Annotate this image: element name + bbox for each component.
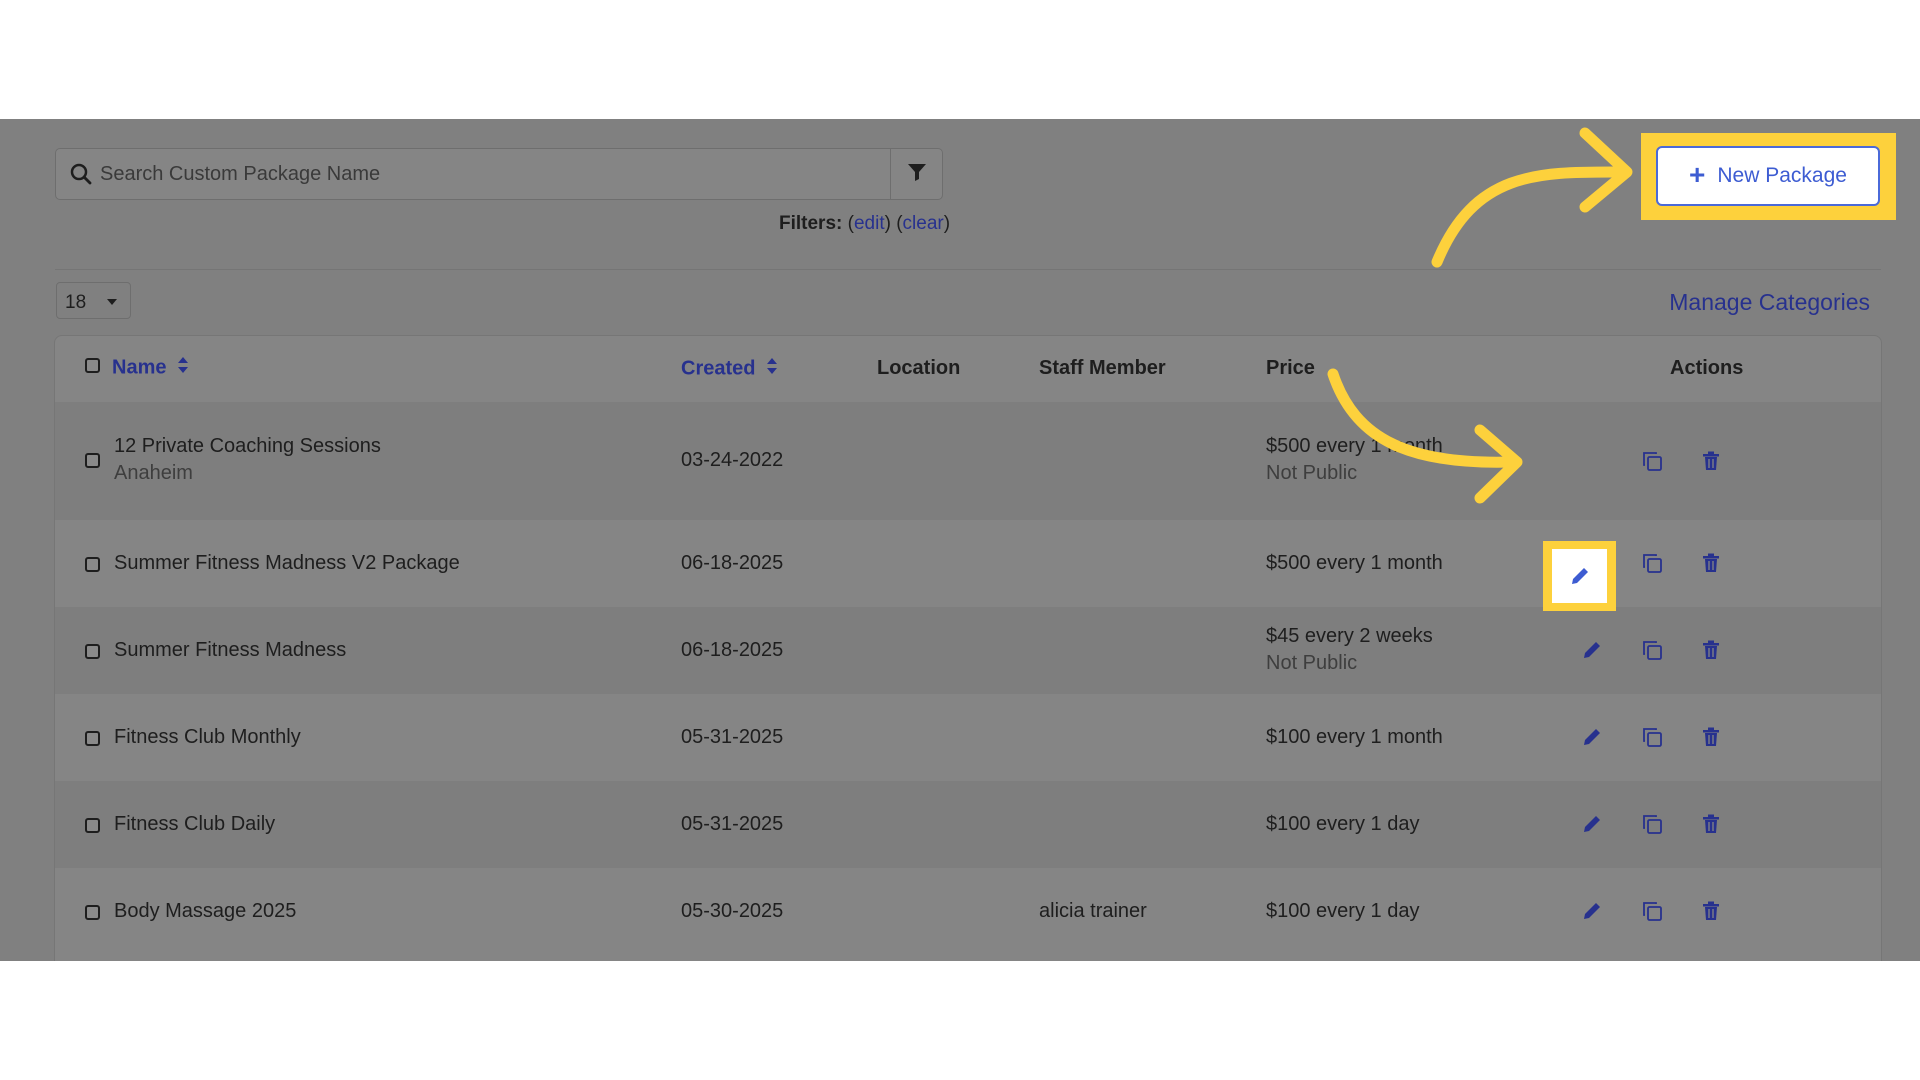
arrow-to-edit: [1327, 368, 1518, 468]
arrow-to-new-package: [1431, 166, 1627, 268]
callout-arrows: [1327, 127, 1633, 504]
